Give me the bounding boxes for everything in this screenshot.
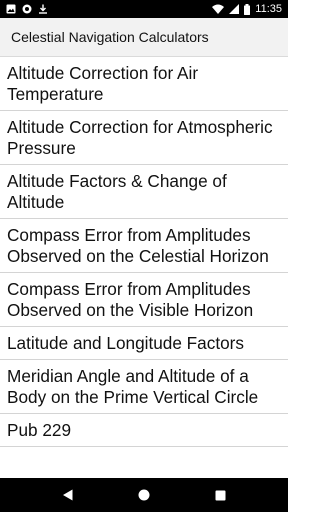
- page-title: Celestial Navigation Calculators: [11, 29, 209, 45]
- circle-app-icon: [22, 4, 32, 14]
- list-item-air-temperature[interactable]: Altitude Correction for Air Temperature: [0, 57, 288, 111]
- list-item-label: Altitude Correction for Air Temperature: [7, 63, 199, 104]
- app-bar: Celestial Navigation Calculators: [0, 18, 288, 57]
- signal-icon: [229, 4, 240, 14]
- list-item-label: Meridian Angle and Altitude of a Body on…: [7, 366, 259, 407]
- list-item-pub-229[interactable]: Pub 229: [0, 414, 288, 447]
- home-button[interactable]: [124, 478, 164, 512]
- list-item-lat-long-factors[interactable]: Latitude and Longitude Factors: [0, 327, 288, 360]
- image-icon: [6, 4, 16, 14]
- back-button[interactable]: [48, 478, 88, 512]
- navigation-bar: [0, 478, 288, 512]
- list-item-celestial-horizon[interactable]: Compass Error from Amplitudes Observed o…: [0, 219, 288, 273]
- list-item-altitude-factors[interactable]: Altitude Factors & Change of Altitude: [0, 165, 288, 219]
- list-item-label: Compass Error from Amplitudes Observed o…: [7, 225, 269, 266]
- calculator-list[interactable]: Altitude Correction for Air Temperature …: [0, 57, 288, 478]
- list-item-visible-horizon[interactable]: Compass Error from Amplitudes Observed o…: [0, 273, 288, 327]
- list-item-label: Compass Error from Amplitudes Observed o…: [7, 279, 254, 320]
- status-bar: 11:35: [0, 0, 288, 18]
- list-item-label: Latitude and Longitude Factors: [7, 333, 244, 353]
- battery-icon: [244, 3, 251, 15]
- status-time: 11:35: [255, 3, 282, 15]
- download-icon: [38, 4, 48, 14]
- wifi-icon: [212, 4, 225, 14]
- status-bar-notifications: [6, 4, 48, 14]
- list-item-label: Altitude Correction for Atmospheric Pres…: [7, 117, 273, 158]
- list-item-label: Pub 229: [7, 420, 72, 440]
- home-icon: [138, 489, 150, 501]
- back-icon: [63, 489, 73, 501]
- list-item-atmospheric-pressure[interactable]: Altitude Correction for Atmospheric Pres…: [0, 111, 288, 165]
- list-item-label: Altitude Factors & Change of Altitude: [7, 171, 227, 212]
- list-item-prime-vertical[interactable]: Meridian Angle and Altitude of a Body on…: [0, 360, 288, 414]
- status-bar-system: 11:35: [212, 3, 282, 15]
- recents-button[interactable]: [200, 478, 240, 512]
- recents-icon: [215, 490, 225, 500]
